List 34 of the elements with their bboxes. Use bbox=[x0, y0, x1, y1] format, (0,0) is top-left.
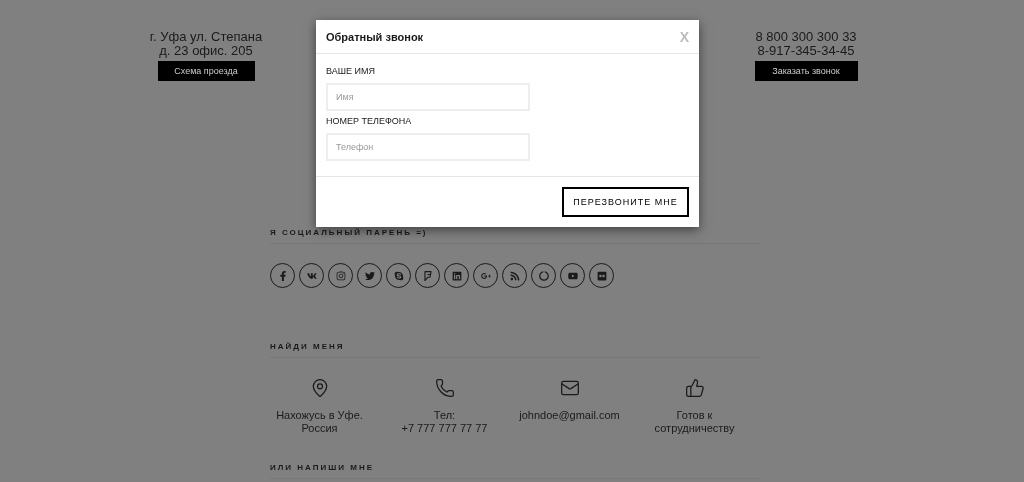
section-heading: Я СОЦИАЛЬНЫЙ ПАРЕНЬ =) bbox=[270, 228, 760, 244]
facebook-icon bbox=[277, 270, 288, 281]
twitter-icon bbox=[364, 270, 375, 281]
contact-text: Нахожусь в Уфе. Россия bbox=[276, 409, 363, 435]
address-text: д. 23 офис. 205 bbox=[159, 44, 253, 58]
route-button[interactable]: Схема проезда bbox=[157, 61, 255, 81]
ring-icon bbox=[538, 270, 549, 281]
google-plus-icon bbox=[480, 270, 491, 281]
linkedin-icon bbox=[451, 270, 462, 281]
contact-text: Готов к сотрудничеству bbox=[654, 409, 735, 435]
envelope-icon bbox=[559, 378, 580, 398]
callback-button[interactable]: Заказать звонок bbox=[754, 61, 858, 81]
section-heading: ИЛИ НАПИШИ МНЕ bbox=[270, 463, 760, 479]
field-label: ВАШЕ ИМЯ bbox=[326, 66, 376, 76]
instagram-icon bbox=[335, 270, 346, 281]
submit-button[interactable]: ПЕРЕЗВОНИТЕ МНЕ bbox=[562, 187, 689, 217]
phone-icon bbox=[434, 378, 455, 398]
flickr-icon bbox=[596, 270, 607, 281]
phone-number: 8 800 300 300 33 bbox=[755, 30, 857, 44]
phone-number: 8-917-345-34-45 bbox=[757, 44, 855, 58]
input-field[interactable]: Телефон bbox=[326, 133, 530, 161]
contact-text: Тел: +7 777 777 77 77 bbox=[401, 409, 488, 435]
field-label: НОМЕР ТЕЛЕФОНА bbox=[326, 116, 413, 126]
foursquare-icon bbox=[422, 270, 433, 281]
rss-icon bbox=[509, 270, 520, 281]
input-field[interactable]: Имя bbox=[326, 83, 530, 111]
vk-icon bbox=[306, 270, 317, 281]
skype-icon bbox=[393, 270, 404, 281]
address-text: г. Уфа ул. Степана bbox=[149, 30, 263, 44]
section-heading: НАЙДИ МЕНЯ bbox=[270, 342, 760, 358]
contact-text: johndoe@gmail.com bbox=[519, 409, 620, 422]
youtube-icon bbox=[567, 270, 578, 281]
dialog-title: Обратный звонок bbox=[326, 30, 424, 43]
thumbs-up-icon bbox=[684, 378, 705, 398]
